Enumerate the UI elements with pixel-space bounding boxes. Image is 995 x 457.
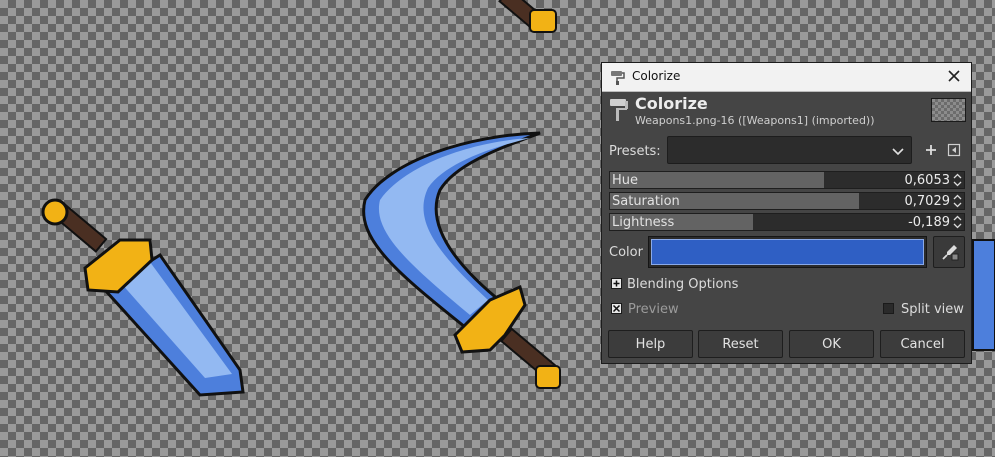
layer-subtitle: Weapons1.png-16 ([Weapons1] (imported)) xyxy=(635,114,875,127)
ok-button[interactable]: OK xyxy=(789,330,874,358)
color-swatch xyxy=(651,239,924,265)
hue-slider[interactable]: Hue 0,6053 xyxy=(609,171,965,189)
partial-weapon-sprite-right xyxy=(972,239,995,351)
color-button[interactable] xyxy=(648,236,927,268)
preview-checkbox[interactable] xyxy=(611,303,622,314)
menu-arrow-icon[interactable] xyxy=(947,143,961,157)
saturation-slider[interactable]: Saturation 0,7029 xyxy=(609,192,965,210)
scimitar-sprite xyxy=(362,131,561,389)
split-view-checkbox[interactable] xyxy=(883,303,894,314)
layer-thumbnail xyxy=(931,98,966,122)
dialog-header-title: Colorize xyxy=(635,94,708,113)
x-check-icon xyxy=(612,304,621,313)
lightness-slider[interactable]: Lightness -0,189 xyxy=(609,213,965,231)
lightness-label: Lightness xyxy=(612,215,675,230)
spin-arrows-icon[interactable] xyxy=(953,173,962,187)
blending-options-label[interactable]: Blending Options xyxy=(627,277,738,292)
presets-label: Presets: xyxy=(609,144,661,159)
expander-icon[interactable] xyxy=(611,278,622,289)
help-button[interactable]: Help xyxy=(608,330,693,358)
lightness-value: -0,189 xyxy=(908,215,950,230)
title-bar[interactable]: Colorize xyxy=(602,63,971,92)
colorize-dialog: Colorize Colorize Weapons1.png-16 ([Weap… xyxy=(601,62,972,364)
eyedropper-icon xyxy=(942,245,959,261)
partial-weapon-sprite xyxy=(498,0,557,33)
cancel-button[interactable]: Cancel xyxy=(880,330,965,358)
chevron-down-icon xyxy=(892,148,904,156)
saturation-value: 0,7029 xyxy=(904,194,951,209)
hue-label: Hue xyxy=(612,173,639,188)
preview-label: Preview xyxy=(628,302,679,317)
window-title: Colorize xyxy=(632,69,681,83)
sword-sprite xyxy=(41,198,245,397)
split-view-label: Split view xyxy=(901,302,964,317)
saturation-label: Saturation xyxy=(612,194,680,209)
plus-icon[interactable] xyxy=(924,143,938,157)
presets-dropdown[interactable] xyxy=(667,136,912,164)
color-label: Color xyxy=(609,245,643,260)
reset-button[interactable]: Reset xyxy=(698,330,783,358)
spin-arrows-icon[interactable] xyxy=(953,194,962,208)
hue-value: 0,6053 xyxy=(904,173,951,188)
close-icon[interactable] xyxy=(945,67,963,85)
colorize-tool-icon xyxy=(610,99,628,121)
color-picker-button[interactable] xyxy=(933,236,965,268)
hue-slider-fill xyxy=(610,172,825,188)
spin-arrows-icon[interactable] xyxy=(953,215,962,229)
paint-roller-icon xyxy=(611,71,625,85)
